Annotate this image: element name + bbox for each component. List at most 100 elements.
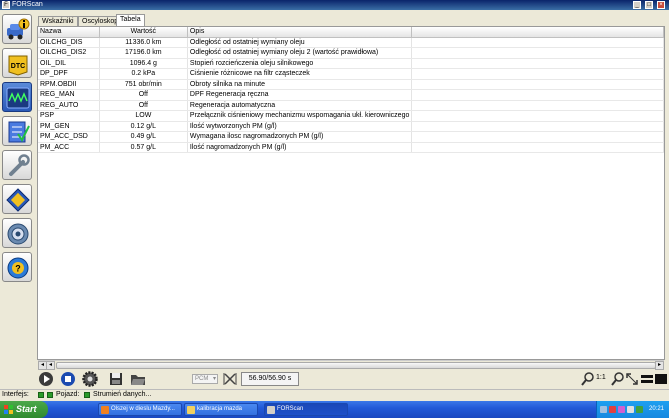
fit-width-button[interactable] xyxy=(624,371,640,387)
column-header-description[interactable]: Opis xyxy=(187,27,413,38)
cell-value: 1096.4 g xyxy=(99,58,188,69)
cell-name: DP_DPF xyxy=(38,68,100,80)
cell-value: 0.57 g/L xyxy=(99,142,188,153)
data-table-panel: Nazwa Wartość Opis OILCHG_DIS 11336.0 km O… xyxy=(37,26,665,360)
cell-filler xyxy=(411,121,664,132)
folder-open-icon xyxy=(131,375,145,385)
zoom-in-button[interactable] xyxy=(580,371,596,387)
interface-status-led xyxy=(38,392,44,398)
help-icon: ? xyxy=(7,257,29,279)
cell-name: REG_AUTO xyxy=(38,100,100,111)
save-button[interactable] xyxy=(108,371,124,387)
table-row[interactable]: RPM.OBDII 751 obr/min Obroty silnika na mi… xyxy=(38,79,664,90)
tab-table[interactable]: Tabela xyxy=(116,14,145,26)
cell-name: OILCHG_DIS2 xyxy=(38,47,100,59)
status-bar: Interfejs: Pojazd: Strumień danych... xyxy=(0,389,669,399)
rate-select[interactable]: PCM ▾ xyxy=(192,374,218,384)
tab-gauges[interactable]: Wskaźniki xyxy=(38,16,78,26)
table-row[interactable]: REG_MAN Off DPF Regeneracja ręczna xyxy=(38,89,664,101)
browser-icon xyxy=(101,406,109,414)
scale-button[interactable] xyxy=(222,371,238,387)
open-button[interactable] xyxy=(130,371,146,387)
car-info-icon xyxy=(7,18,30,40)
zoom-reset-button[interactable]: 1:1 xyxy=(596,374,606,381)
cell-filler xyxy=(411,79,664,90)
window-title: FORScan xyxy=(12,1,43,8)
table-row[interactable]: PM_ACC 0.57 g/L Ilość nagromadzonych PM (g… xyxy=(38,142,664,153)
cell-value: 11336.0 km xyxy=(99,37,188,48)
checklist-icon xyxy=(8,121,30,143)
cell-filler xyxy=(411,100,664,111)
sidebar-service-button[interactable] xyxy=(2,150,32,180)
title-bar: F FORScan _ □ × xyxy=(0,0,669,10)
cell-value: LOW xyxy=(99,110,188,122)
cell-value: 0.2 kPa xyxy=(99,68,188,80)
config-button[interactable] xyxy=(82,371,98,387)
cell-filler xyxy=(411,89,664,101)
sidebar-vehicle-info-button[interactable] xyxy=(2,14,32,44)
cell-description: Stopień rozcieńczenia oleju silnikowego xyxy=(187,58,413,69)
gear-icon xyxy=(7,223,29,245)
cell-description: Przełącznik ciśnieniowy mechanizmu wspom… xyxy=(187,110,413,122)
layout-single-button[interactable] xyxy=(653,371,669,387)
play-button[interactable] xyxy=(38,371,54,387)
table-row[interactable]: PM_GEN 0.12 g/L Ilość wytworzonych PM (g/l… xyxy=(38,121,664,132)
stop-icon xyxy=(61,372,75,386)
column-header-name[interactable]: Nazwa xyxy=(38,27,100,38)
minimize-button[interactable]: _ xyxy=(633,1,641,9)
scroll-right-arrow-icon[interactable]: ▸ xyxy=(655,361,664,370)
taskbar-item-folder[interactable]: kalibracja mazda xyxy=(184,403,258,416)
start-button[interactable]: Start xyxy=(0,401,48,418)
sidebar-dtc-button[interactable]: DTC xyxy=(2,48,32,78)
scroll-left-button[interactable]: ◂ xyxy=(46,361,55,370)
cell-description: Ciśnienie różnicowe na filtr cząsteczek xyxy=(187,68,413,80)
taskbar-item-browser[interactable]: Olszej w dieslu Mazdy... xyxy=(98,403,182,416)
cell-filler xyxy=(411,37,664,48)
device-tray-icon[interactable] xyxy=(636,406,643,413)
cell-name: PM_ACC_DSD xyxy=(38,131,100,143)
volume-icon[interactable] xyxy=(627,406,634,413)
taskbar-item-forscan[interactable]: FORScan xyxy=(264,403,348,416)
sidebar-checklist-button[interactable] xyxy=(2,116,32,146)
security-icon[interactable] xyxy=(609,406,616,413)
time-display: 56.90/56.90 s xyxy=(241,372,299,386)
cell-value: 0.12 g/L xyxy=(99,121,188,132)
cell-description: Odległość od ostatniej wymiany oleju 2 (… xyxy=(187,47,413,59)
scrollbar-thumb[interactable] xyxy=(56,362,656,369)
cell-description: Wymagana ilosc nagromadzonych PM (g/l) xyxy=(187,131,413,143)
column-header-value[interactable]: Wartość xyxy=(99,27,188,38)
clock[interactable]: 20:21 xyxy=(649,401,664,418)
sidebar-oscilloscope-button[interactable] xyxy=(2,82,32,112)
table-row[interactable]: PSP LOW Przełącznik ciśnieniowy mechanizmu… xyxy=(38,110,664,122)
chevron-down-icon: ▾ xyxy=(212,376,216,382)
app-tray-icon[interactable] xyxy=(618,406,625,413)
table-row[interactable]: REG_AUTO Off Regeneracja automatyczna xyxy=(38,100,664,111)
cell-name: OILCHG_DIS xyxy=(38,37,100,48)
horizontal-scrollbar[interactable]: ◂ ◂ ▸ xyxy=(38,360,664,370)
windows-taskbar: Start Olszej w dieslu Mazdy... kalibracj… xyxy=(0,401,669,418)
table-row[interactable]: OILCHG_DIS2 17196.0 km Odległość od ostatn… xyxy=(38,47,664,59)
table-row[interactable]: OIL_DIL 1096.4 g Stopień rozcieńczenia ole… xyxy=(38,58,664,69)
system-tray: 20:21 xyxy=(596,401,669,418)
save-icon xyxy=(110,373,122,385)
layout-single-icon xyxy=(655,374,667,384)
cell-name: OIL_DIL xyxy=(38,58,100,69)
cell-value: 0.49 g/L xyxy=(99,131,188,143)
chip-icon xyxy=(6,188,30,212)
maximize-button[interactable]: □ xyxy=(645,1,653,9)
stream-status-text: Strumień danych... xyxy=(93,391,152,398)
sidebar-module-config-button[interactable] xyxy=(2,184,32,214)
sidebar-help-button[interactable]: ? xyxy=(2,252,32,282)
scale-cross-icon xyxy=(223,373,237,385)
table-row[interactable]: PM_ACC_DSD 0.49 g/L Wymagana ilosc nagroma… xyxy=(38,131,664,143)
stop-button[interactable] xyxy=(60,371,76,387)
table-row[interactable]: DP_DPF 0.2 kPa Ciśnienie różnicowe na filt… xyxy=(38,68,664,80)
sidebar: DTC ? xyxy=(0,10,34,360)
network-icon[interactable] xyxy=(600,406,607,413)
wrench-icon xyxy=(9,154,30,176)
table-header-row: Nazwa Wartość Opis xyxy=(38,27,664,38)
table-row[interactable]: OILCHG_DIS 11336.0 km Odległość od ostatni… xyxy=(38,37,664,48)
sidebar-settings-button[interactable] xyxy=(2,218,32,248)
cell-description: Ilość wytworzonych PM (g/l) xyxy=(187,121,413,132)
close-button[interactable]: × xyxy=(657,1,665,9)
